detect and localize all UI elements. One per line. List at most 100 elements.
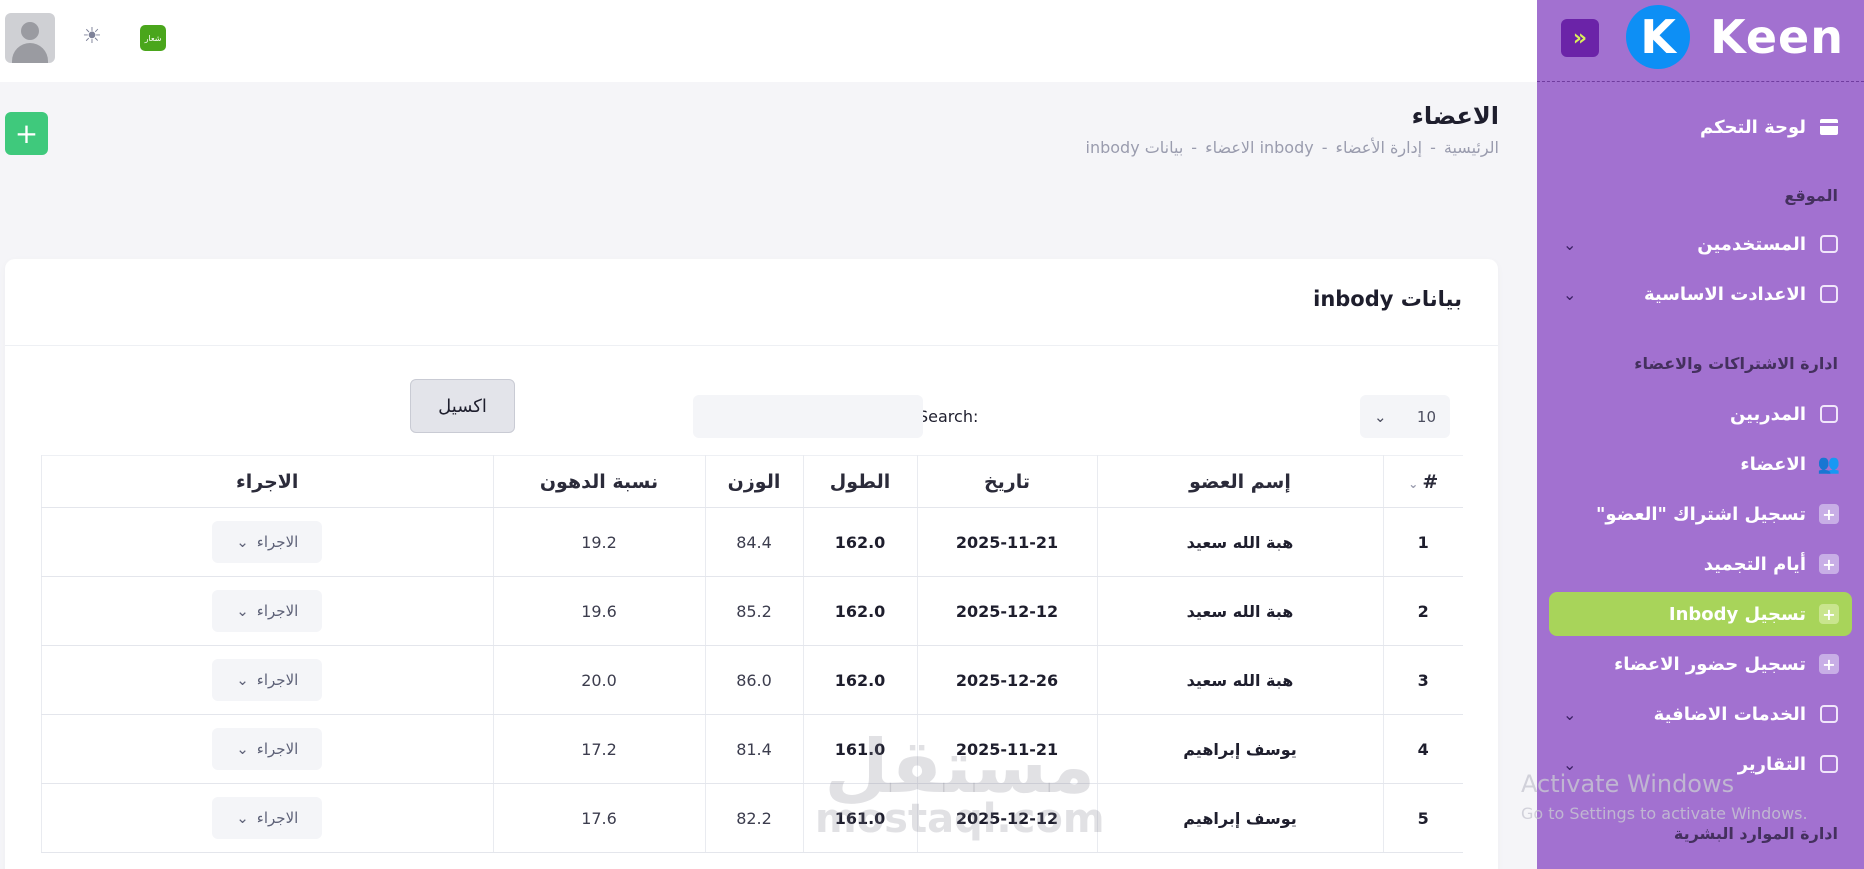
sidebar-item-dashboard[interactable]: لوحة التحكم [1549,105,1852,149]
logo-mark: K [1626,5,1691,69]
activate-windows-overlay: Activate Windows Go to Settings to activ… [1521,770,1808,823]
inbody-card: بيانات inbody ⌄ 10 Search: اكسيل #⌄ إسم … [5,259,1498,869]
address-book-icon [1818,403,1840,425]
sidebar-item-inbody[interactable]: + تسجيل Inbody [1549,592,1852,636]
cell-fat: 17.2 [492,714,705,784]
col-fat[interactable]: نسبة الدهون [492,455,705,508]
table-row: 1 هبة الله سعيد 2025-11-21 162.0 84.4 19.2 الا… [41,507,1463,577]
search-input[interactable] [693,395,923,438]
chevron-down-icon: ⌄ [236,533,249,551]
sidebar-item-settings[interactable]: الاعدادت الاساسية ⌄ [1549,272,1852,316]
sidebar-item-users[interactable]: المستخدمين ⌄ [1549,222,1852,266]
cell-fat: 19.2 [492,507,705,577]
cell-index: 2 [1382,576,1463,646]
search-label: Search: [918,407,979,426]
col-index[interactable]: #⌄ [1382,455,1463,508]
sidebar-item-freeze-days[interactable]: + أيام التجميد [1549,542,1852,586]
cell-member-name: يوسف إبراهيم [1096,714,1383,784]
sidebar-item-label: المستخدمين [1697,233,1806,255]
address-book-icon [1818,233,1840,255]
action-dropdown-button[interactable]: الاجراء ⌄ [212,728,323,770]
cell-date: 2025-12-26 [916,645,1097,715]
sidebar-item-members[interactable]: 👥 الاعضاء [1549,442,1852,486]
dashboard-icon [1818,116,1840,138]
page-length-value: 10 [1416,407,1436,426]
cell-weight: 85.2 [704,576,803,646]
breadcrumb-home[interactable]: الرئيسية [1444,138,1499,157]
chevron-down-icon: ⌄ [236,671,249,689]
chevron-down-icon: ⌄ [236,740,249,758]
flag-text: شعار [144,33,162,43]
sidebar-item-services[interactable]: الخدمات الاضافية ⌄ [1549,692,1852,736]
page-title: الاعضاء [1411,102,1499,130]
chevron-down-icon: ⌄ [236,809,249,827]
activate-subtitle: Go to Settings to activate Windows. [1521,804,1808,823]
action-label: الاجراء [256,671,299,689]
action-dropdown-button[interactable]: الاجراء ⌄ [212,521,323,563]
logo-text: Keen [1710,10,1844,64]
cell-action: الاجراء ⌄ [41,783,493,853]
watermark-url: mostaql.com [815,796,1105,842]
activate-title: Activate Windows [1521,770,1735,798]
cell-index: 5 [1382,783,1463,853]
sort-icon: ⌄ [1408,476,1419,491]
user-avatar[interactable] [5,13,55,63]
chevron-down-icon: ⌄ [1563,234,1577,254]
table-row: 4 يوسف إبراهيم 2025-11-21 161.0 81.4 17.2 الاج… [41,714,1463,784]
sidebar-item-label: الاعضاء [1740,453,1806,475]
action-label: الاجراء [256,740,299,758]
sidebar-item-attendance[interactable]: + تسجيل حضور الاعضاء [1549,642,1852,686]
chevron-down-icon: ⌄ [1563,704,1577,724]
action-dropdown-button[interactable]: الاجراء ⌄ [212,797,323,839]
edit-icon [1818,703,1840,725]
cell-date: 2025-12-12 [916,576,1097,646]
excel-export-button[interactable]: اكسيل [410,379,515,433]
cell-index: 3 [1382,645,1463,715]
chevron-down-icon: ⌄ [236,602,249,620]
plus-square-icon: + [1818,503,1840,525]
sidebar-item-label: الخدمات الاضافية [1653,703,1806,725]
cell-member-name: هبة الله سعيد [1096,645,1383,715]
cell-member-name: هبة الله سعيد [1096,576,1383,646]
col-date[interactable]: تاريخ [916,455,1097,508]
section-subscriptions: ادارة الاشتراكات والاعضاء [1634,354,1838,373]
col-action: الاجراء [41,455,493,508]
card-title: بيانات inbody [1313,287,1462,311]
language-flag-icon[interactable]: شعار [140,25,166,51]
cell-weight: 82.2 [704,783,803,853]
table-row: 2 هبة الله سعيد 2025-12-12 162.0 85.2 19.6 الا… [41,576,1463,646]
sidebar-item-register-subscription[interactable]: + تسجيل اشتراك "العضو" [1549,492,1852,536]
logo[interactable]: K Keen [1626,5,1844,69]
cell-date: 2025-11-21 [916,507,1097,577]
page-length-select[interactable]: ⌄ 10 [1360,395,1450,438]
cell-action: الاجراء ⌄ [41,576,493,646]
col-height[interactable]: الطول [802,455,917,508]
sidebar-item-label: المدربين [1729,403,1806,425]
section-hr: ادارة الموارد البشرية [1673,824,1838,843]
sidebar-item-label: الاعدادت الاساسية [1643,283,1806,305]
card-divider [5,345,1498,346]
settings-icon [1818,283,1840,305]
col-weight[interactable]: الوزن [704,455,803,508]
theme-sun-icon[interactable]: ☀ [80,25,104,49]
plus-square-icon: + [1818,553,1840,575]
table-row: 5 يوسف إبراهيم 2025-12-12 161.0 82.2 17.6 الاج… [41,783,1463,853]
action-label: الاجراء [256,533,299,551]
cell-member-name: يوسف إبراهيم [1096,783,1383,853]
sidebar-toggle-button[interactable]: » [1561,19,1599,57]
users-icon: 👥 [1817,453,1841,475]
action-dropdown-button[interactable]: الاجراء ⌄ [212,590,323,632]
sidebar-item-trainers[interactable]: المدربين [1549,392,1852,436]
add-button[interactable]: + [5,112,48,155]
col-member-name[interactable]: إسم العضو [1096,455,1383,508]
action-dropdown-button[interactable]: الاجراء ⌄ [212,659,323,701]
breadcrumb-inbody-members[interactable]: inbody الاعضاء [1205,138,1314,157]
sidebar-item-label: تسجيل Inbody [1668,603,1806,625]
cell-action: الاجراء ⌄ [41,645,493,715]
breadcrumb-members-admin[interactable]: إدارة الأعضاء [1336,138,1423,157]
breadcrumb-current: بيانات inbody [1085,138,1184,157]
cell-action: الاجراء ⌄ [41,507,493,577]
cell-index: 4 [1382,714,1463,784]
plus-square-icon: + [1818,653,1840,675]
action-label: الاجراء [256,602,299,620]
